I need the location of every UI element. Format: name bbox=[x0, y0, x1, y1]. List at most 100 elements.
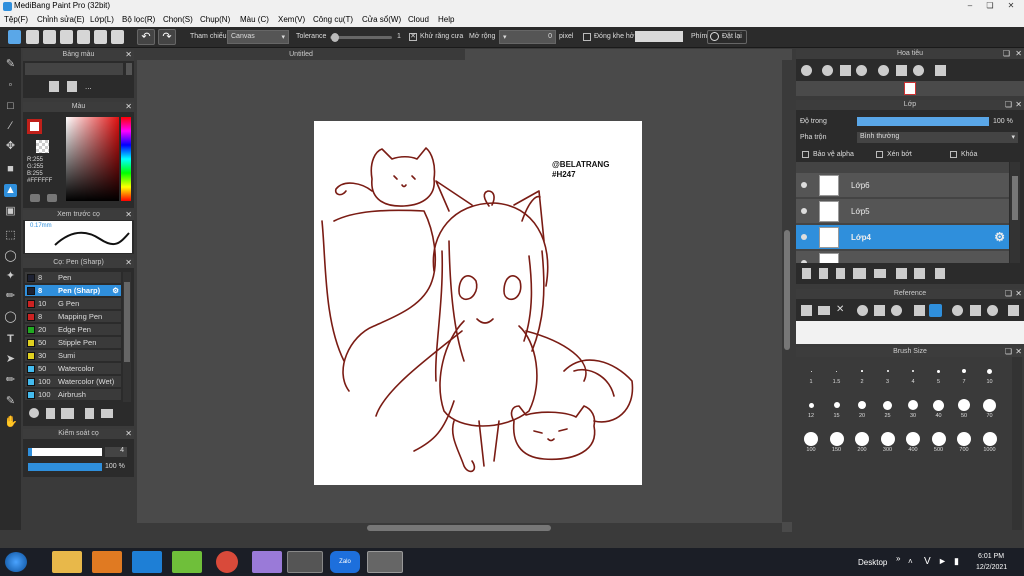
background-color-swatch[interactable] bbox=[36, 140, 49, 153]
lasso-tool-icon[interactable]: ◯ bbox=[4, 250, 17, 263]
color-hue-bar[interactable] bbox=[121, 117, 131, 201]
magic-wand-tool-icon[interactable]: ✦ bbox=[4, 270, 17, 283]
brush-item-watercolor-wet[interactable]: 100 Watercolor (Wet) bbox=[25, 376, 121, 388]
layer-panel-close-icon[interactable]: ✕ bbox=[1015, 100, 1022, 110]
rotate-right-icon[interactable] bbox=[913, 65, 924, 76]
menu-view[interactable]: Xem(V) bbox=[278, 15, 305, 24]
brush-size-option[interactable]: 7 bbox=[953, 363, 975, 385]
brush-item-pen-sharp[interactable]: 8 Pen (Sharp) ⚙ bbox=[25, 285, 121, 297]
new-halftone-layer-icon[interactable] bbox=[853, 268, 866, 279]
tray-expand-icon[interactable]: » bbox=[896, 554, 900, 563]
flip-icon[interactable] bbox=[935, 65, 946, 76]
network-icon[interactable]: ▮ bbox=[954, 556, 959, 567]
redo-button[interactable]: ↷ bbox=[158, 29, 176, 45]
new-file-icon[interactable] bbox=[26, 30, 39, 44]
menu-capture[interactable]: Chụp(N) bbox=[200, 15, 230, 24]
reference-undock-icon[interactable]: ❏ bbox=[1005, 289, 1012, 299]
foreground-color-swatch[interactable] bbox=[27, 119, 42, 134]
zoom-in-icon[interactable] bbox=[801, 65, 812, 76]
dropper-tool-icon[interactable]: ✏ bbox=[4, 374, 17, 387]
brush-list-scroll-thumb[interactable] bbox=[124, 282, 130, 362]
reference-select[interactable]: Canvas ▾ bbox=[227, 30, 289, 44]
brush-size-option[interactable]: 40 bbox=[928, 397, 950, 419]
brush-item-airbrush[interactable]: 100 Airbrush bbox=[25, 389, 121, 401]
divide-tool-icon[interactable]: ✎ bbox=[4, 395, 17, 408]
menu-color[interactable]: Màu (C) bbox=[240, 15, 269, 24]
reference-zoom-in-icon[interactable] bbox=[857, 305, 868, 316]
clock-date[interactable]: 12/2/2021 bbox=[976, 564, 1007, 571]
antialias-checkbox[interactable]: ✕ bbox=[409, 33, 417, 41]
reference-hand-icon[interactable] bbox=[929, 304, 942, 317]
close-gap-slider[interactable] bbox=[635, 31, 683, 42]
brush-size-option[interactable]: 500 bbox=[928, 431, 950, 453]
green-app-icon[interactable] bbox=[172, 551, 202, 573]
brush-size-option[interactable]: 150 bbox=[826, 431, 848, 453]
paint-app-icon[interactable] bbox=[252, 551, 282, 573]
cloud-icon[interactable] bbox=[8, 30, 21, 44]
brush-size-option[interactable]: 1000 bbox=[979, 431, 1001, 453]
navigator-preview[interactable] bbox=[796, 81, 1024, 96]
new-layer-8bit-icon[interactable] bbox=[819, 268, 828, 279]
brush-size-option[interactable]: 25 bbox=[877, 397, 899, 419]
brush-size-option[interactable]: 10 bbox=[979, 363, 1001, 385]
comment-icon[interactable] bbox=[43, 30, 56, 44]
brush-item-sumi[interactable]: 30 Sumi bbox=[25, 350, 121, 362]
brush-folder-icon[interactable] bbox=[101, 409, 113, 418]
preview-close-icon[interactable]: ✕ bbox=[125, 210, 132, 220]
brush-item-stipple-pen[interactable]: 50 Stipple Pen bbox=[25, 337, 121, 349]
brush-size-option[interactable]: 30 bbox=[902, 397, 924, 419]
language-indicator[interactable]: V bbox=[924, 556, 931, 567]
navigator-close-icon[interactable]: ❏ bbox=[1003, 49, 1010, 59]
visibility-eye-icon[interactable] bbox=[801, 208, 807, 214]
internet-explorer-icon[interactable] bbox=[132, 551, 162, 573]
reference-zoom-out-icon[interactable] bbox=[891, 305, 902, 316]
palette-close-icon[interactable]: ✕ bbox=[125, 50, 132, 60]
fill-rect-tool-icon[interactable]: ■ bbox=[4, 163, 17, 176]
visibility-eye-icon[interactable] bbox=[801, 234, 807, 240]
menu-select[interactable]: Chọn(S) bbox=[163, 15, 193, 24]
brush-size-option[interactable]: 200 bbox=[851, 431, 873, 453]
reference-image-area[interactable] bbox=[796, 321, 1024, 344]
reference-flip-icon[interactable] bbox=[1008, 305, 1019, 316]
reference-open-icon[interactable] bbox=[801, 305, 812, 316]
reset-button[interactable]: Đặt lại bbox=[707, 30, 747, 44]
operation-tool-icon[interactable]: ➤ bbox=[4, 353, 17, 366]
zalo-icon[interactable]: Zalo bbox=[330, 551, 360, 573]
chrome-icon[interactable] bbox=[216, 551, 238, 573]
protect-alpha-checkbox[interactable] bbox=[802, 151, 809, 158]
reference-close-icon[interactable]: ✕ bbox=[1015, 289, 1022, 299]
layer-row-lop6[interactable]: Lớp6 bbox=[796, 173, 1009, 198]
reset-view-icon[interactable] bbox=[896, 65, 907, 76]
brush-item-edge-pen[interactable]: 20 Edge Pen bbox=[25, 324, 121, 336]
delete-layer-icon[interactable] bbox=[935, 268, 945, 279]
palette-scroll[interactable] bbox=[126, 63, 132, 75]
menu-filter[interactable]: Bộ lọc(R) bbox=[122, 15, 155, 24]
gradient-tool-icon[interactable]: ▣ bbox=[4, 205, 17, 218]
brush-size-option[interactable]: 400 bbox=[902, 431, 924, 453]
menu-edit[interactable]: Chỉnh sửa(E) bbox=[37, 15, 85, 24]
palette-add-icon[interactable] bbox=[49, 81, 59, 92]
brush-size-option[interactable]: 1.5 bbox=[826, 363, 848, 385]
clock-time[interactable]: 6:01 PM bbox=[978, 553, 1004, 560]
brush-control-close-icon[interactable]: ✕ bbox=[125, 429, 132, 439]
move-tool-icon[interactable]: ✥ bbox=[4, 140, 17, 153]
select-pen-tool-icon[interactable]: ✏ bbox=[4, 290, 17, 303]
brush-size-option[interactable]: 5 bbox=[928, 363, 950, 385]
new-layer-icon[interactable] bbox=[802, 268, 811, 279]
brush-tool-icon[interactable]: ✎ bbox=[4, 58, 17, 71]
gear-icon[interactable]: ⚙ bbox=[112, 285, 119, 297]
reference-fit-icon[interactable] bbox=[874, 305, 885, 316]
palette-delete-icon[interactable] bbox=[67, 81, 77, 92]
brush-size-option[interactable]: 3 bbox=[877, 363, 899, 385]
layer-row-lop4[interactable]: Lớp4 ⚙ bbox=[796, 225, 1009, 250]
expand-input[interactable]: ▾ 0 bbox=[499, 30, 556, 44]
bucket-tool-icon[interactable]: ▲ bbox=[4, 184, 17, 197]
select-tool-icon[interactable]: ⬚ bbox=[4, 229, 17, 242]
reference-close-image-icon[interactable]: ✕ bbox=[836, 304, 844, 315]
reference-rotate-right-icon[interactable] bbox=[987, 305, 998, 316]
brush-item-pen[interactable]: 8 Pen bbox=[25, 272, 121, 284]
new-folder-icon[interactable] bbox=[874, 269, 886, 278]
rectangle-tool-icon[interactable]: □ bbox=[4, 100, 17, 113]
brush-opacity-slider[interactable] bbox=[28, 463, 102, 471]
duplicate-layer-icon[interactable] bbox=[896, 268, 907, 279]
